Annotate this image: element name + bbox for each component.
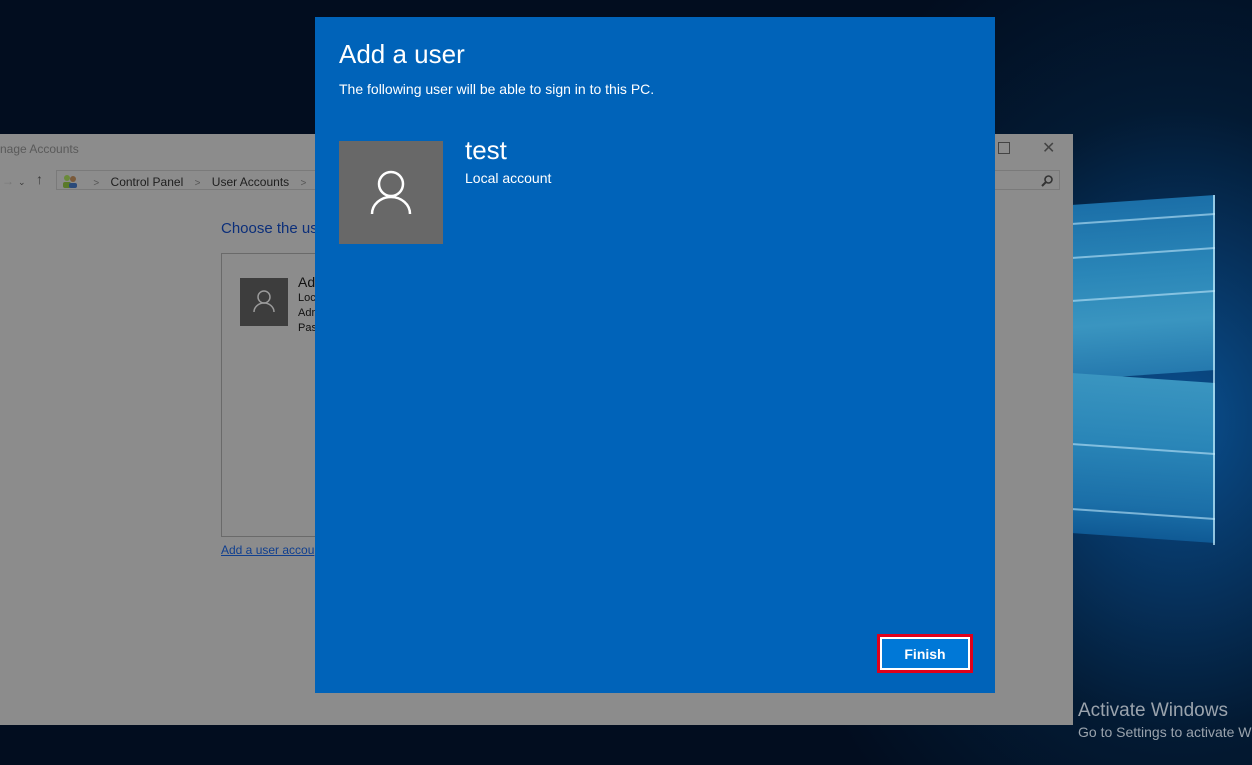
window-title: nage Accounts — [0, 142, 79, 156]
up-arrow-icon[interactable]: ↑ — [36, 171, 43, 187]
dialog-subtitle: The following user will be able to sign … — [339, 81, 655, 97]
breadcrumb-user-accounts[interactable]: User Accounts — [212, 175, 289, 189]
activate-windows-watermark: Activate Windows Go to Settings to activ… — [1078, 700, 1252, 740]
activate-title: Activate Windows — [1078, 700, 1228, 721]
maximize-button[interactable] — [998, 142, 1010, 154]
finish-button[interactable]: Finish — [882, 639, 968, 668]
close-button[interactable]: ✕ — [1042, 138, 1055, 158]
finish-button-highlight: Finish — [877, 634, 973, 673]
add-user-dialog: Add a user The following user will be ab… — [315, 17, 995, 693]
choose-user-heading: Choose the us — [221, 220, 318, 237]
user-name: test — [465, 135, 507, 165]
breadcrumb-control-panel[interactable]: Control Panel — [111, 175, 184, 189]
user-icon — [370, 170, 412, 215]
dialog-title: Add a user — [339, 39, 465, 69]
add-user-account-link[interactable]: Add a user accou — [221, 543, 314, 557]
windows-logo-wallpaper — [1073, 195, 1218, 545]
user-avatar — [339, 141, 443, 244]
admin-detail: Loc — [298, 292, 316, 304]
activate-subtitle: Go to Settings to activate W — [1078, 724, 1252, 740]
admin-name[interactable]: Ad — [298, 274, 315, 290]
logo-pane-bottom — [1073, 373, 1215, 543]
user-accounts-icon — [63, 175, 77, 188]
logo-pane-top — [1073, 195, 1215, 380]
admin-detail: Adr — [298, 307, 316, 319]
account-type: Local account — [465, 170, 552, 186]
chevron-down-icon[interactable]: ⌄ — [18, 177, 26, 188]
search-icon[interactable] — [1040, 174, 1054, 188]
user-icon — [253, 290, 275, 313]
back-arrow-icon[interactable]: → — [2, 174, 14, 188]
breadcrumb: > Control Panel > User Accounts > User — [62, 174, 343, 189]
admin-avatar[interactable] — [240, 278, 288, 326]
